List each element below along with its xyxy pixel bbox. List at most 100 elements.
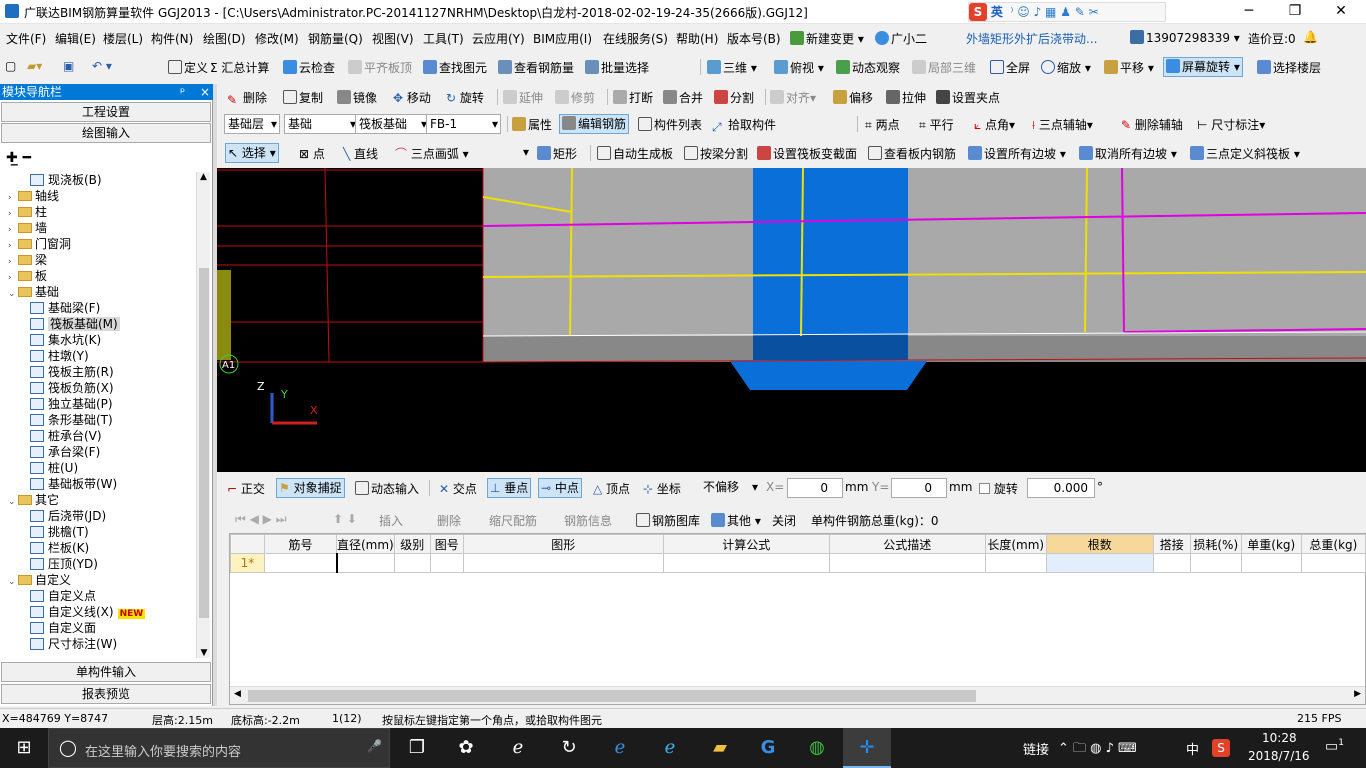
copy-button[interactable]: 复制 — [283, 89, 323, 106]
rectangle-button[interactable]: 矩形 — [537, 145, 577, 162]
notification-icon[interactable]: 🔔 — [1303, 30, 1318, 44]
cell-formula[interactable] — [662, 553, 830, 573]
scroll-down-icon[interactable]: ▼ — [197, 648, 211, 658]
collapse-icon[interactable]: ⌄ — [8, 286, 18, 302]
arc-button[interactable]: ⌒ 三点画弧 ▾ — [395, 145, 469, 162]
minimize-button[interactable]: ─ — [1226, 0, 1272, 24]
tree-item[interactable]: 基础板带(W) — [30, 476, 196, 492]
new-file-icon[interactable]: ▢ — [5, 59, 16, 73]
cell-length[interactable] — [984, 553, 1047, 573]
ie-browser-icon[interactable]: ℯ — [504, 736, 532, 760]
col-diameter[interactable]: 直径(mm) — [336, 534, 395, 554]
tree-item[interactable]: 后浇带(JD) — [30, 508, 196, 524]
cell-rebar-no[interactable] — [264, 553, 337, 573]
tree-scrollbar[interactable]: ▲ ▼ — [196, 172, 210, 658]
component-name-select[interactable]: FB-1 ▾ — [426, 114, 501, 134]
tree-item[interactable]: 筏板基础(M) — [30, 316, 196, 332]
col-count[interactable]: 根数 — [1045, 534, 1154, 554]
dynamic-orbit-button[interactable]: 动态观察 — [836, 59, 900, 76]
maximize-button[interactable]: ❐ — [1272, 0, 1318, 24]
user-account[interactable]: 13907298339 ▾ — [1130, 30, 1240, 45]
col-total-weight[interactable]: 总重(kg) — [1300, 534, 1366, 554]
col-length[interactable]: 长度(mm) — [984, 534, 1047, 554]
menu-help[interactable]: 帮助(H) — [676, 30, 718, 47]
three-point-sloped-raft-button[interactable]: 三点定义斜筏板 ▾ — [1190, 145, 1300, 162]
col-formula-desc[interactable]: 公式描述 — [828, 534, 986, 554]
menu-tools[interactable]: 工具(T) — [423, 30, 464, 47]
floor-select[interactable]: 基础层 ▾ — [224, 114, 280, 134]
ortho-toggle[interactable]: ⌐ 正交 — [227, 480, 265, 497]
tree-folder[interactable]: › 墙 — [8, 220, 196, 236]
tree-folder[interactable]: ⌄ 基础 — [8, 284, 196, 300]
tree-folder[interactable]: ⌄ 其它 — [8, 492, 196, 508]
top-view-button[interactable]: 俯视 ▾ — [774, 59, 824, 76]
x-offset-input[interactable]: 0 — [787, 478, 843, 498]
tree-folder[interactable]: › 柱 — [8, 204, 196, 220]
batch-select-button[interactable]: 批量选择 — [585, 59, 649, 76]
rotate-checkbox[interactable]: 旋转 — [979, 480, 1018, 497]
properties-button[interactable]: 属性 — [512, 116, 552, 133]
tree-item[interactable]: 自定义面 — [30, 620, 196, 636]
scroll-right-icon[interactable]: ▶ — [1354, 689, 1361, 699]
perpendicular-snap[interactable]: ⊥ 垂点 — [487, 478, 532, 498]
windows-start-icon[interactable]: ⊞ — [10, 736, 38, 760]
active-app-icon[interactable]: ✛ — [843, 728, 891, 768]
tree-item[interactable]: 尺寸标注(W) — [30, 636, 196, 652]
split-button[interactable]: 分割 — [714, 89, 754, 106]
horizontal-scrollbar[interactable]: ◀ ▶ — [230, 686, 1365, 704]
menu-modify[interactable]: 修改(M) — [255, 30, 299, 47]
menu-new-change[interactable]: 新建变更 ▾ — [790, 30, 864, 47]
pick-component-button[interactable]: ⤢ 拾取构件 — [712, 116, 776, 134]
tree-item[interactable]: 桩(U) — [30, 460, 196, 476]
y-offset-input[interactable]: 0 — [891, 478, 947, 498]
tray-icons[interactable]: ⌃ 🗀 ◍ ♪ ⌨ — [1058, 739, 1137, 761]
tree-item[interactable]: 筏板负筋(X) — [30, 380, 196, 396]
expand-all-icon[interactable]: ✚̲ ━ — [6, 150, 31, 166]
cell-shape[interactable] — [462, 553, 664, 573]
tree-item[interactable]: 栏板(K) — [30, 540, 196, 556]
tree-folder[interactable]: › 板 — [8, 268, 196, 284]
cell-loss[interactable] — [1189, 553, 1242, 573]
tree-folder[interactable]: ⌄ 自定义 — [8, 572, 196, 588]
taskbar-search[interactable]: ◯ 在这里输入你要搜索的内容 🎤 — [48, 728, 390, 768]
cell-total-weight[interactable] — [1300, 553, 1366, 573]
tree-item[interactable]: 条形基础(T) — [30, 412, 196, 428]
tab-report-preview[interactable]: 报表预览 — [1, 684, 211, 704]
tree-item[interactable]: 筏板主筋(R) — [30, 364, 196, 380]
cell-formula-desc[interactable] — [828, 553, 986, 573]
offset-mode-select[interactable]: 不偏移 ▾ — [700, 478, 758, 498]
tree-item[interactable]: 自定义线(X) NEW — [30, 604, 196, 620]
col-lap[interactable]: 搭接 — [1152, 534, 1191, 554]
line-button[interactable]: ╲ 直线 — [343, 145, 378, 162]
tree-item[interactable]: 承台梁(F) — [30, 444, 196, 460]
menu-cloud[interactable]: 云应用(Y) — [472, 30, 525, 47]
tree-item[interactable]: 现浇板(B) — [30, 172, 196, 188]
other-button[interactable]: 其他 ▾ — [711, 512, 761, 529]
parallel-button[interactable]: ⌗ 平行 — [919, 116, 954, 133]
category-select[interactable]: 基础 ▾ — [284, 114, 359, 134]
rotate-button[interactable]: ↻ 旋转 — [446, 89, 484, 106]
col-rebar-no[interactable]: 筋号 — [264, 534, 337, 554]
menu-edit[interactable]: 编辑(E) — [55, 30, 96, 47]
collapse-icon[interactable]: ⌄ — [8, 574, 18, 590]
type-select[interactable]: 筏板基础 ▾ — [355, 114, 430, 134]
screen-rotate-button[interactable]: 屏幕旋转 ▾ — [1163, 57, 1243, 77]
save-icon[interactable]: ▣ — [63, 59, 74, 73]
tree-item[interactable]: 挑檐(T) — [30, 524, 196, 540]
cell-diameter[interactable] — [335, 553, 395, 573]
col-unit-weight[interactable]: 单重(kg) — [1240, 534, 1302, 554]
tab-single-component-input[interactable]: 单构件输入 — [1, 662, 211, 682]
file-explorer-icon[interactable]: ▰ — [706, 736, 734, 760]
cell-lap[interactable] — [1152, 553, 1191, 573]
col-figure-no[interactable]: 图号 — [429, 534, 464, 554]
clock-date[interactable]: 2018/7/16 — [1248, 749, 1310, 763]
menu-rebar[interactable]: 钢筋量(Q) — [308, 30, 363, 47]
component-list-button[interactable]: 构件列表 — [638, 116, 702, 133]
mirror-button[interactable]: 镜像 — [337, 89, 377, 106]
dimension-button[interactable]: ⊢ 尺寸标注▾ — [1197, 116, 1265, 133]
intersection-snap[interactable]: ✕ 交点 — [439, 480, 477, 497]
tree-folder[interactable]: › 门窗洞 — [8, 236, 196, 252]
close-grid-button[interactable]: 关闭 — [772, 512, 796, 529]
h-scroll-thumb[interactable] — [248, 690, 976, 702]
menu-online[interactable]: 在线服务(S) — [603, 30, 668, 47]
